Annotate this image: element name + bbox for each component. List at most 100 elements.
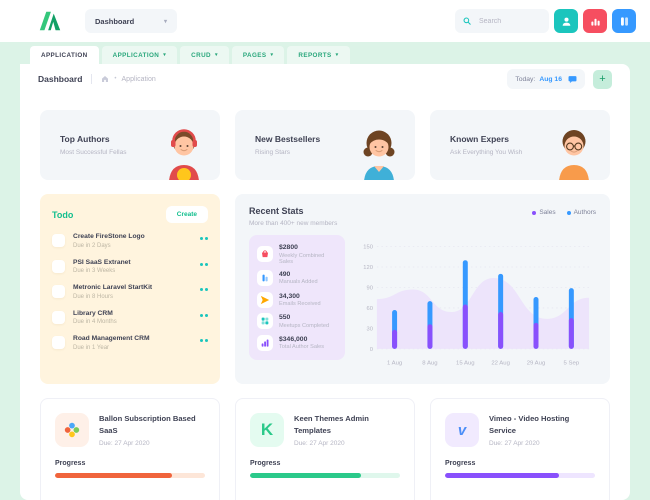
middle-row: Todo Create Create FireStone Logo Due in… xyxy=(40,194,610,384)
stats-button[interactable] xyxy=(583,9,607,33)
avatar-boy-red-headphones-icon xyxy=(160,123,208,180)
breadcrumb-link-application[interactable]: Application xyxy=(122,76,156,83)
svg-text:15 Aug: 15 Aug xyxy=(456,360,475,366)
progress-track xyxy=(445,473,595,478)
stat-value: 34,300 xyxy=(279,293,321,300)
add-button[interactable]: + xyxy=(593,70,612,89)
today-date-button[interactable]: Today: Aug 16 xyxy=(507,69,585,89)
breadcrumb: Dashboard • Application Today: Aug 16 + xyxy=(20,64,630,94)
layout-button[interactable] xyxy=(612,9,636,33)
stat-row: 490 Manuals Added xyxy=(257,270,337,286)
todo-item-title: Library CRM xyxy=(73,310,192,317)
tab-application-active[interactable]: APPLICATION xyxy=(30,46,99,64)
stat-label: Total Author Sales xyxy=(279,344,324,350)
chart-icon xyxy=(257,335,273,351)
search-box xyxy=(455,9,549,33)
svg-text:150: 150 xyxy=(363,245,373,251)
tab-label: CRUD xyxy=(191,52,211,59)
divider xyxy=(91,74,92,84)
svg-text:90: 90 xyxy=(367,285,373,291)
main-panel: Dashboard • Application Today: Aug 16 + xyxy=(20,64,630,500)
brand-logo-icon xyxy=(37,8,63,34)
svg-text:1 Aug: 1 Aug xyxy=(387,360,402,366)
recent-stats-title: Recent Stats xyxy=(249,206,337,216)
chevron-down-icon: ▾ xyxy=(215,52,218,58)
tab-crud[interactable]: CRUD ▾ xyxy=(180,46,229,64)
todo-header: Todo Create xyxy=(52,206,208,223)
top-bar: Dashboard ▾ xyxy=(0,0,650,42)
breadcrumb-bullet: • xyxy=(114,76,116,82)
chevron-down-icon: ▾ xyxy=(163,52,166,58)
item-menu-dots-icon[interactable] xyxy=(200,339,209,342)
stat-row: 550 Meetups Completed xyxy=(257,313,337,329)
legend-authors[interactable]: Authors xyxy=(567,209,596,216)
card-top-authors: Top Authors Most Successful Fellas xyxy=(40,110,220,180)
chevron-down-icon: ▾ xyxy=(270,52,273,58)
progress-fill xyxy=(250,473,361,478)
recent-stats-card: Recent Stats More than 400+ new members … xyxy=(235,194,610,384)
content-band: APPLICATION APPLICATION ▾ CRUD ▾ PAGES ▾… xyxy=(0,42,650,500)
project-header: Ballon Subscription Based SaaS Due: 27 A… xyxy=(55,413,205,447)
recent-stats-chart: 03060901201501 Aug8 Aug15 Aug22 Aug29 Au… xyxy=(357,235,596,372)
home-icon[interactable] xyxy=(101,75,109,83)
stat-value: 550 xyxy=(279,314,329,321)
recent-stats-subtitle: More than 400+ new members xyxy=(249,220,337,227)
avatar-girl-blue-top-icon xyxy=(355,123,403,180)
dashboard-select[interactable]: Dashboard ▾ xyxy=(85,9,177,33)
todo-checkbox[interactable] xyxy=(52,285,65,298)
main-tabs: APPLICATION APPLICATION ▾ CRUD ▾ PAGES ▾… xyxy=(30,46,630,64)
todo-checkbox[interactable] xyxy=(52,260,65,273)
chat-icon xyxy=(568,75,577,84)
stat-row: $2800 Weekly Combined Sales xyxy=(257,244,337,265)
send-icon xyxy=(257,292,273,308)
project-header: v Vimeo - Video Hosting Service Due: 27 … xyxy=(445,413,595,447)
progress-label: Progress xyxy=(250,460,400,467)
tab-pages[interactable]: PAGES ▾ xyxy=(232,46,285,64)
plus-icon: + xyxy=(599,74,605,85)
legend-dot-icon xyxy=(567,211,571,215)
tab-label: APPLICATION xyxy=(113,52,160,59)
legend-label: Sales xyxy=(539,209,555,216)
item-menu-dots-icon[interactable] xyxy=(200,288,209,291)
grid-icon xyxy=(257,313,273,329)
item-menu-dots-icon[interactable] xyxy=(200,314,209,317)
todo-checkbox[interactable] xyxy=(52,234,65,247)
user-button[interactable] xyxy=(554,9,578,33)
svg-text:29 Aug: 29 Aug xyxy=(527,360,546,366)
stat-value: $2800 xyxy=(279,244,337,251)
tab-application-menu[interactable]: APPLICATION ▾ xyxy=(102,46,178,64)
tab-reports[interactable]: REPORTS ▾ xyxy=(287,46,349,64)
project-due: Due: 27 Apr 2020 xyxy=(489,440,595,447)
todo-text: Metronic Laravel StartKit Due in 8 Hours xyxy=(73,284,192,300)
chevron-down-icon: ▾ xyxy=(164,18,167,25)
todo-item-due: Due in 8 Hours xyxy=(73,294,192,300)
create-button[interactable]: Create xyxy=(166,206,208,223)
todo-item-due: Due in 1 Year xyxy=(73,345,192,351)
todo-item: Library CRM Due in 4 Months xyxy=(52,310,208,326)
project-header: K Keen Themes Admin Templates Due: 27 Ap… xyxy=(250,413,400,447)
todo-item: Road Management CRM Due in 1 Year xyxy=(52,335,208,351)
stat-label: Weekly Combined Sales xyxy=(279,253,337,265)
card-known-expers: Known Expers Ask Everything You Wish xyxy=(430,110,610,180)
stat-label: Meetups Completed xyxy=(279,323,329,329)
vimeo-logo-icon: v xyxy=(445,413,479,447)
today-label: Today: xyxy=(515,76,535,83)
search-input[interactable] xyxy=(477,17,541,26)
todo-item: PSI SaaS Extranet Due in 3 Weeks xyxy=(52,259,208,275)
item-menu-dots-icon[interactable] xyxy=(200,237,209,240)
legend-sales[interactable]: Sales xyxy=(532,209,555,216)
stat-value: 490 xyxy=(279,271,318,278)
progress-label: Progress xyxy=(445,460,595,467)
todo-checkbox[interactable] xyxy=(52,311,65,324)
project-due: Due: 27 Apr 2020 xyxy=(99,440,205,447)
todo-text: Library CRM Due in 4 Months xyxy=(73,310,192,326)
stats-summary-panel: $2800 Weekly Combined Sales 490 Manuals … xyxy=(249,235,345,360)
todo-text: PSI SaaS Extranet Due in 3 Weeks xyxy=(73,259,192,275)
dashboard-content: Top Authors Most Successful Fellas xyxy=(20,94,630,500)
todo-checkbox[interactable] xyxy=(52,336,65,349)
svg-text:120: 120 xyxy=(363,265,373,271)
svg-text:22 Aug: 22 Aug xyxy=(491,360,510,366)
item-menu-dots-icon[interactable] xyxy=(200,263,209,266)
breadcrumb-actions: Today: Aug 16 + xyxy=(507,69,612,89)
keenthemes-logo-icon: K xyxy=(250,413,284,447)
